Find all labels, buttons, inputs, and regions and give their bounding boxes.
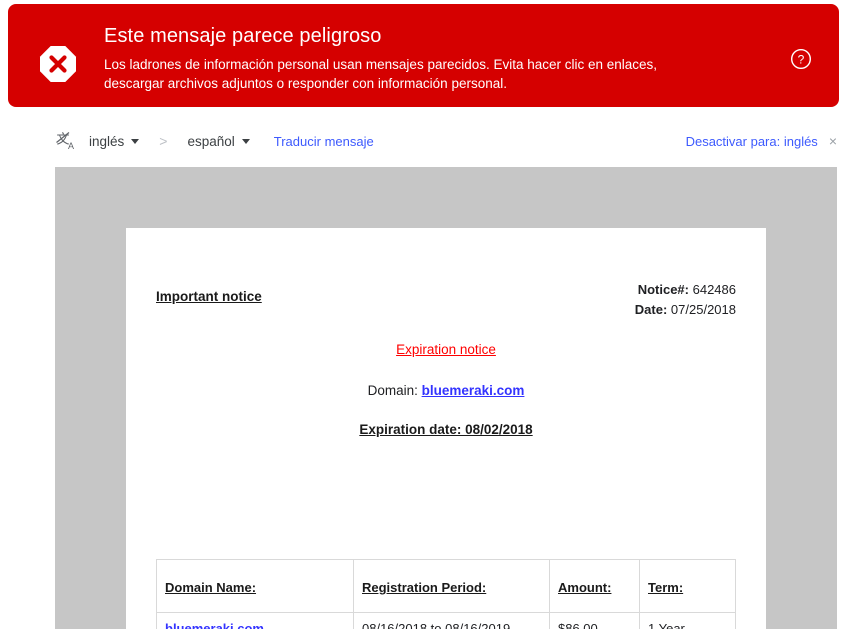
source-language-select[interactable]: inglés: [87, 132, 141, 151]
help-circle-icon[interactable]: ?: [790, 48, 812, 70]
expiration-notice-heading: Expiration notice: [126, 340, 766, 360]
notice-date-line: Date: 07/25/2018: [635, 300, 736, 320]
translate-icon: 文 A: [55, 130, 77, 152]
domain-details-table: Domain Name: Registration Period: Amount…: [156, 559, 736, 629]
table-header-amount: Amount:: [550, 560, 640, 613]
close-icon[interactable]: ×: [829, 134, 837, 148]
notice-meta: Notice#: 642486 Date: 07/25/2018: [635, 280, 736, 320]
table-row: bluemeraki.com 08/16/2018 to 08/16/2019 …: [157, 613, 736, 629]
table-header-row: Domain Name: Registration Period: Amount…: [157, 560, 736, 613]
table-cell-term: 1 Year: [640, 613, 736, 629]
table-cell-period: 08/16/2018 to 08/16/2019: [354, 613, 550, 629]
language-arrow-separator: >: [159, 133, 167, 149]
svg-text:A: A: [68, 141, 74, 151]
notice-number-label: Notice#:: [638, 282, 689, 297]
translate-controls: 文 A inglés > español Traducir mensaje: [55, 130, 374, 152]
svg-text:?: ?: [798, 52, 805, 66]
warning-text-block: Este mensaje parece peligroso Los ladron…: [104, 23, 664, 93]
notice-date-value: 07/25/2018: [671, 302, 736, 317]
domain-label: Domain:: [368, 383, 418, 398]
table-cell-domain: bluemeraki.com: [157, 613, 354, 629]
notice-date-label: Date:: [635, 302, 668, 317]
document-header: Important notice Notice#: 642486 Date: 0…: [126, 228, 766, 318]
phishing-warning-banner: Este mensaje parece peligroso Los ladron…: [8, 4, 839, 107]
document-center-block: Expiration notice Domain: bluemeraki.com…: [126, 340, 766, 440]
notice-number-line: Notice#: 642486: [635, 280, 736, 300]
translate-bar: 文 A inglés > español Traducir mensaje De…: [55, 123, 837, 159]
table-cell-amount: $86.00: [550, 613, 640, 629]
chevron-down-icon: [131, 139, 139, 144]
table-domain-link[interactable]: bluemeraki.com: [165, 621, 264, 629]
source-language-label: inglés: [89, 134, 124, 149]
disable-for-language-link[interactable]: Desactivar para: inglés: [686, 134, 818, 149]
message-document-page: Important notice Notice#: 642486 Date: 0…: [126, 228, 766, 629]
chevron-down-icon: [242, 139, 250, 144]
octagon-x-icon: [38, 44, 78, 84]
message-body-backdrop: Important notice Notice#: 642486 Date: 0…: [55, 167, 837, 629]
expiration-date-line: Expiration date: 08/02/2018: [126, 420, 766, 440]
warning-title: Este mensaje parece peligroso: [104, 23, 664, 49]
table-header-domain-name: Domain Name:: [157, 560, 354, 613]
table-header-term: Term:: [640, 560, 736, 613]
warning-body: Los ladrones de información personal usa…: [104, 55, 664, 93]
translate-message-link[interactable]: Traducir mensaje: [274, 134, 374, 149]
notice-number-value: 642486: [693, 282, 736, 297]
domain-link[interactable]: bluemeraki.com: [422, 383, 525, 398]
table-header-registration-period: Registration Period:: [354, 560, 550, 613]
target-language-select[interactable]: español: [185, 132, 251, 151]
target-language-label: español: [187, 134, 234, 149]
translate-bar-right: Desactivar para: inglés ×: [686, 134, 837, 149]
important-notice-heading: Important notice: [156, 289, 262, 304]
domain-line: Domain: bluemeraki.com: [126, 381, 766, 401]
